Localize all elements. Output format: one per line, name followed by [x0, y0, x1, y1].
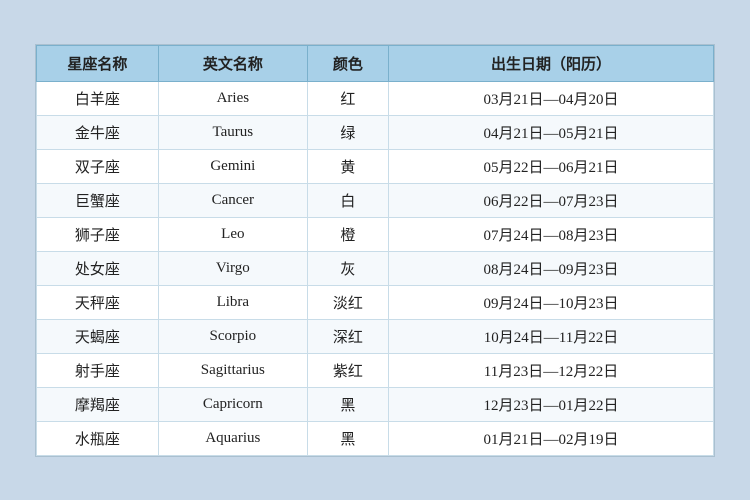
cell-color: 深红	[307, 319, 388, 353]
cell-date: 05月22日—06月21日	[389, 149, 714, 183]
header-english: 英文名称	[158, 45, 307, 81]
table-row: 水瓶座Aquarius黑01月21日—02月19日	[37, 421, 714, 455]
cell-english: Capricorn	[158, 387, 307, 421]
cell-date: 06月22日—07月23日	[389, 183, 714, 217]
cell-color: 红	[307, 81, 388, 115]
cell-english: Sagittarius	[158, 353, 307, 387]
cell-date: 11月23日—12月22日	[389, 353, 714, 387]
zodiac-table: 星座名称 英文名称 颜色 出生日期（阳历） 白羊座Aries红03月21日—04…	[36, 45, 714, 456]
cell-chinese: 双子座	[37, 149, 159, 183]
cell-color: 橙	[307, 217, 388, 251]
cell-chinese: 天蝎座	[37, 319, 159, 353]
cell-date: 09月24日—10月23日	[389, 285, 714, 319]
cell-english: Libra	[158, 285, 307, 319]
cell-color: 黑	[307, 421, 388, 455]
cell-english: Aquarius	[158, 421, 307, 455]
table-row: 天蝎座Scorpio深红10月24日—11月22日	[37, 319, 714, 353]
table-row: 白羊座Aries红03月21日—04月20日	[37, 81, 714, 115]
cell-chinese: 摩羯座	[37, 387, 159, 421]
cell-english: Gemini	[158, 149, 307, 183]
cell-english: Leo	[158, 217, 307, 251]
cell-date: 07月24日—08月23日	[389, 217, 714, 251]
cell-color: 黄	[307, 149, 388, 183]
table-header-row: 星座名称 英文名称 颜色 出生日期（阳历）	[37, 45, 714, 81]
cell-color: 紫红	[307, 353, 388, 387]
header-chinese: 星座名称	[37, 45, 159, 81]
cell-chinese: 白羊座	[37, 81, 159, 115]
cell-english: Cancer	[158, 183, 307, 217]
cell-english: Taurus	[158, 115, 307, 149]
cell-date: 10月24日—11月22日	[389, 319, 714, 353]
header-date: 出生日期（阳历）	[389, 45, 714, 81]
table-row: 摩羯座Capricorn黑12月23日—01月22日	[37, 387, 714, 421]
table-row: 处女座Virgo灰08月24日—09月23日	[37, 251, 714, 285]
cell-date: 03月21日—04月20日	[389, 81, 714, 115]
cell-color: 绿	[307, 115, 388, 149]
cell-color: 淡红	[307, 285, 388, 319]
table-body: 白羊座Aries红03月21日—04月20日金牛座Taurus绿04月21日—0…	[37, 81, 714, 455]
cell-date: 04月21日—05月21日	[389, 115, 714, 149]
cell-chinese: 天秤座	[37, 285, 159, 319]
table-row: 巨蟹座Cancer白06月22日—07月23日	[37, 183, 714, 217]
table-row: 天秤座Libra淡红09月24日—10月23日	[37, 285, 714, 319]
table-row: 双子座Gemini黄05月22日—06月21日	[37, 149, 714, 183]
table-row: 狮子座Leo橙07月24日—08月23日	[37, 217, 714, 251]
cell-date: 08月24日—09月23日	[389, 251, 714, 285]
cell-chinese: 处女座	[37, 251, 159, 285]
cell-color: 白	[307, 183, 388, 217]
cell-chinese: 狮子座	[37, 217, 159, 251]
cell-chinese: 金牛座	[37, 115, 159, 149]
cell-color: 灰	[307, 251, 388, 285]
cell-english: Virgo	[158, 251, 307, 285]
cell-english: Aries	[158, 81, 307, 115]
cell-color: 黑	[307, 387, 388, 421]
cell-english: Scorpio	[158, 319, 307, 353]
table-row: 射手座Sagittarius紫红11月23日—12月22日	[37, 353, 714, 387]
cell-date: 01月21日—02月19日	[389, 421, 714, 455]
table-row: 金牛座Taurus绿04月21日—05月21日	[37, 115, 714, 149]
cell-chinese: 水瓶座	[37, 421, 159, 455]
cell-chinese: 巨蟹座	[37, 183, 159, 217]
header-color: 颜色	[307, 45, 388, 81]
zodiac-table-container: 星座名称 英文名称 颜色 出生日期（阳历） 白羊座Aries红03月21日—04…	[35, 44, 715, 457]
cell-date: 12月23日—01月22日	[389, 387, 714, 421]
cell-chinese: 射手座	[37, 353, 159, 387]
